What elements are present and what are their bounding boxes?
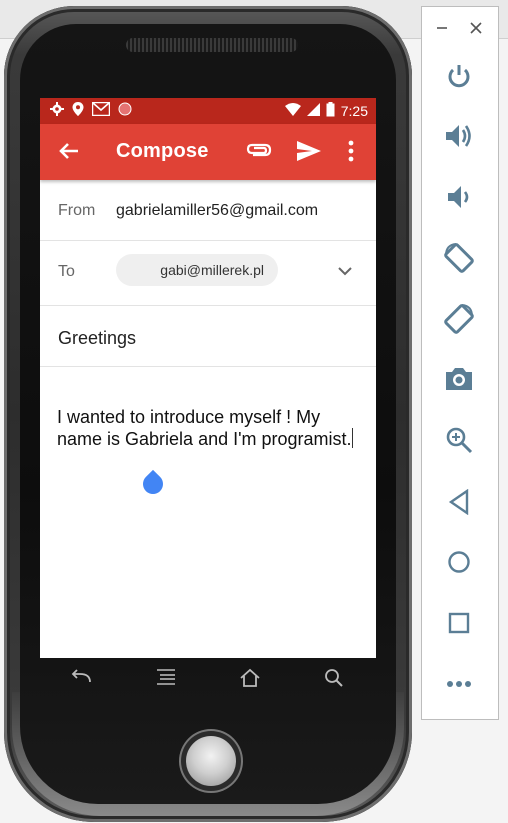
- zoom-button[interactable]: [442, 423, 476, 457]
- attach-icon[interactable]: [246, 141, 272, 166]
- status-bar: 7:25: [40, 98, 376, 124]
- chevron-down-icon[interactable]: [338, 263, 352, 281]
- rotate-right-button[interactable]: [442, 302, 476, 336]
- to-row[interactable]: To gabi@millerek.pl: [40, 241, 376, 306]
- home-icon: [447, 550, 471, 574]
- signal-icon: [306, 103, 320, 119]
- power-button[interactable]: [442, 59, 476, 93]
- recipient-chip[interactable]: gabi@millerek.pl: [116, 254, 278, 286]
- overflow-menu-icon[interactable]: [348, 140, 354, 167]
- minimize-icon[interactable]: [436, 21, 448, 39]
- text-selection-handle[interactable]: [138, 469, 168, 499]
- from-row[interactable]: From gabrielamiller56@gmail.com: [40, 180, 376, 241]
- nav-back-icon[interactable]: [70, 668, 92, 691]
- location-icon: [72, 102, 84, 121]
- back-button[interactable]: [442, 485, 476, 519]
- back-icon: [448, 489, 470, 515]
- more-icon: [446, 680, 472, 688]
- emulator-control-panel: [421, 6, 499, 720]
- camera-icon: [444, 366, 474, 392]
- nav-search-icon[interactable]: [324, 668, 344, 693]
- home-button[interactable]: [442, 545, 476, 579]
- battery-icon: [326, 102, 335, 120]
- status-time: 7:25: [340, 103, 368, 119]
- gmail-notification-icon: [91, 101, 111, 121]
- device-screen: 7:25 Compose From gabrielamiller56@gmail…: [40, 98, 376, 658]
- earpiece-speaker: [126, 38, 298, 52]
- subject-row[interactable]: Greetings: [40, 306, 376, 367]
- send-icon[interactable]: [296, 140, 322, 167]
- wifi-icon: [284, 103, 301, 119]
- volume-up-icon: [444, 122, 474, 150]
- to-label: To: [58, 263, 75, 280]
- zoom-icon: [445, 426, 473, 454]
- rotate-right-icon: [442, 302, 476, 336]
- volume-down-button[interactable]: [442, 180, 476, 214]
- recipient-chip-text: gabi@millerek.pl: [160, 262, 264, 278]
- settings-notification-icon: [50, 102, 64, 121]
- nav-menu-icon[interactable]: [156, 668, 176, 691]
- rotate-left-button[interactable]: [442, 241, 476, 275]
- subject-field[interactable]: Greetings: [58, 328, 136, 349]
- power-icon: [445, 62, 473, 90]
- compose-app-bar: Compose: [40, 124, 376, 180]
- trackball-button[interactable]: [186, 736, 236, 786]
- volume-up-button[interactable]: [442, 119, 476, 153]
- back-arrow-icon[interactable]: [58, 140, 80, 167]
- screenshot-button[interactable]: [442, 362, 476, 396]
- recording-icon: [118, 102, 132, 121]
- overview-icon: [448, 612, 470, 634]
- volume-down-icon: [446, 183, 472, 211]
- from-label: From: [58, 202, 96, 219]
- more-button[interactable]: [442, 667, 476, 701]
- compose-body-field[interactable]: I wanted to introduce myself ! My name i…: [57, 406, 357, 450]
- text-cursor: [351, 428, 353, 448]
- overview-button[interactable]: [442, 606, 476, 640]
- nav-home-icon[interactable]: [239, 668, 261, 693]
- hardware-nav-bar: [40, 658, 376, 704]
- page-title: Compose: [116, 140, 209, 162]
- close-icon[interactable]: [470, 21, 482, 39]
- rotate-left-icon: [442, 241, 476, 275]
- compose-body-text: I wanted to introduce myself ! My name i…: [57, 407, 352, 449]
- from-account[interactable]: gabrielamiller56@gmail.com: [116, 202, 318, 220]
